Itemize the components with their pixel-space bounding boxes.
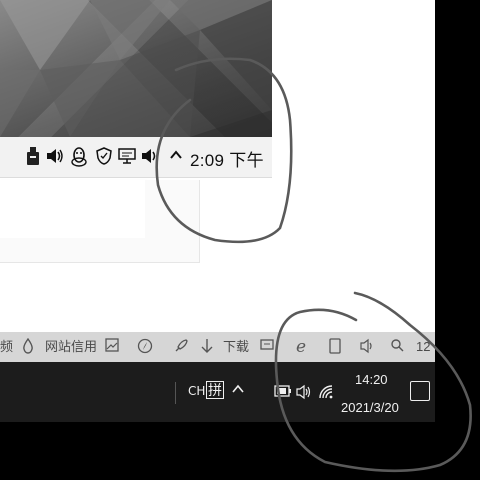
- window-panel: [0, 180, 146, 239]
- wallpaper: [0, 0, 272, 137]
- wifi-icon[interactable]: [318, 384, 334, 405]
- download-link[interactable]: 下载: [223, 338, 249, 356]
- show-hidden-icons-button[interactable]: [231, 382, 245, 401]
- notification-center-icon[interactable]: [410, 381, 430, 401]
- taskbar: CH 拼 14:20 2021/3/20: [0, 362, 435, 422]
- quick-toolbar: 频 网站信用 下载 e 12: [0, 332, 435, 362]
- window-panel-lower: [0, 238, 145, 263]
- network-monitor-icon[interactable]: [118, 147, 136, 167]
- black-border: [435, 0, 480, 480]
- phone-icon[interactable]: [326, 338, 344, 356]
- taskbar-clock-time[interactable]: 14:20: [355, 372, 388, 387]
- volume-icon[interactable]: [46, 147, 64, 167]
- droplet-icon[interactable]: [19, 337, 37, 356]
- taskbar-divider: [175, 382, 176, 404]
- volume-icon[interactable]: [359, 338, 377, 356]
- small-taskbar: 2:09 下午: [0, 137, 272, 178]
- chevron-up-icon: [232, 384, 244, 393]
- taskbar-clock-date[interactable]: 2021/3/20: [341, 400, 399, 415]
- small-clock[interactable]: 2:09 下午: [190, 146, 264, 171]
- quickbar-item-truncated: 12: [416, 339, 431, 354]
- chevron-up-icon[interactable]: [167, 147, 185, 167]
- download-arrow-icon[interactable]: [198, 338, 216, 356]
- volume-icon[interactable]: [141, 147, 159, 167]
- compass-icon[interactable]: [136, 338, 154, 356]
- website-credit-link[interactable]: 网站信用: [45, 338, 97, 356]
- shield-icon[interactable]: [95, 147, 113, 167]
- ime-pinyin-indicator[interactable]: 拼: [206, 381, 224, 399]
- usb-drive-icon[interactable]: [24, 147, 42, 167]
- image-icon[interactable]: [103, 338, 121, 356]
- search-icon[interactable]: [388, 338, 406, 356]
- screenshot-collage: 2:09 下午 频 网站信用 下载 e 12 CH 拼 14:20 2021/3…: [0, 0, 480, 480]
- penguin-qq-icon[interactable]: [70, 147, 88, 167]
- rocket-icon[interactable]: [172, 338, 190, 356]
- volume-icon[interactable]: [296, 384, 314, 405]
- wallpaper-polygons: [0, 0, 272, 137]
- ie-icon[interactable]: e: [292, 338, 310, 356]
- ime-mode-indicator[interactable]: CH: [188, 384, 205, 398]
- window-panel-side: [145, 180, 200, 263]
- battery-icon[interactable]: [274, 384, 292, 403]
- quickbar-item-partial[interactable]: 频: [0, 338, 13, 356]
- flag-icon[interactable]: [258, 338, 276, 356]
